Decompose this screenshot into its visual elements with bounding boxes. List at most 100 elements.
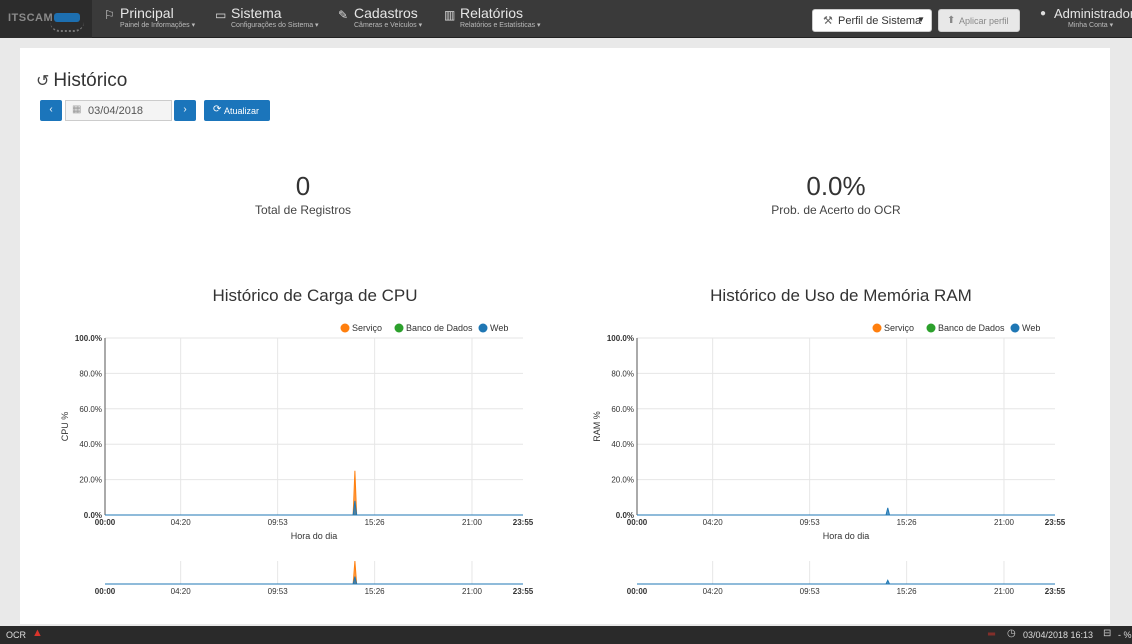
legend-label: Web [490,323,508,333]
x-tick-label: 09:53 [800,518,821,527]
chevron-left-icon: ‹ [49,104,53,115]
nav-principal[interactable]: ⚐ Principal Painel de Informações ▾ [104,5,204,35]
y-tick-label: 100.0% [75,334,102,343]
user-name: Administrador [1054,6,1132,21]
context-tick-label: 00:00 [95,587,116,596]
stat-ocr: 0.0% Prob. de Acerto do OCR [736,171,936,217]
nav-cadastros[interactable]: ✎ Cadastros Câmeras e Veículos ▾ [338,5,430,35]
legend-label: Banco de Dados [406,323,473,333]
caret-down-icon: ▼ [917,15,925,24]
x-tick-label: 15:26 [897,518,918,527]
monitor-icon: ▭ [215,8,227,22]
logo-arc [50,22,84,32]
nav-principal-sub: Painel de Informações ▾ [120,22,196,29]
context-tick-label: 21:00 [994,587,1015,596]
context-tick-label: 09:53 [268,587,289,596]
y-tick-label: 100.0% [607,334,634,343]
legend-marker [926,323,936,333]
stat-total-label: Total de Registros [254,203,352,217]
nav-relatorios-title: Relatórios [460,5,524,21]
refresh-button[interactable]: ⟳ Atualizar [204,100,270,121]
warning-icon[interactable]: ▲ [32,627,43,639]
y-tick-label: 20.0% [611,476,634,485]
status-disk: - % [1118,630,1132,640]
context-tick-label: 21:00 [462,587,483,596]
nav-principal-title: Principal [120,5,174,21]
series-area [105,500,523,516]
legend-label: Banco de Dados [938,323,1005,333]
prev-date-button[interactable]: ‹ [40,100,62,121]
brand-logo[interactable]: ITSCAM [0,0,92,38]
main-content: ↺ Histórico ‹ ▦ 03/04/2018 › ⟳ Atualizar … [20,48,1110,624]
nav-sistema-title: Sistema [231,5,282,21]
x-tick-label: 21:00 [994,518,1015,527]
context-tick-label: 09:53 [800,587,821,596]
series-area [105,470,523,516]
perfil-label: Perfil de Sistema [838,15,922,27]
legend-marker [478,323,488,333]
stat-ocr-label: Prob. de Acerto do OCR [771,203,901,217]
legend-marker [872,323,882,333]
y-tick-label: 40.0% [611,440,634,449]
context-series-area [105,576,523,585]
status-datetime: 03/04/2018 16:13 [1023,630,1094,640]
y-tick-label: 80.0% [611,369,634,378]
history-icon: ↺ [36,73,50,90]
x-tick-label: 23:55 [1045,518,1066,527]
context-tick-label: 23:55 [1045,587,1066,596]
perfil-select[interactable]: ⚒ Perfil de Sistema ▼ [812,9,932,32]
legend-label: Web [1022,323,1040,333]
cpu-chart-title: Histórico de Carga de CPU [212,286,418,305]
x-tick-label: 00:00 [95,518,116,527]
page-title: ↺ Histórico [36,70,127,92]
x-tick-label: 04:20 [703,518,724,527]
x-tick-label: 09:53 [268,518,289,527]
x-tick-label: 00:00 [627,518,648,527]
y-tick-label: 80.0% [79,369,102,378]
nav-sistema[interactable]: ▭ Sistema Configurações do Sistema ▾ [215,5,325,35]
context-tick-label: 00:00 [627,587,648,596]
ram-chart: Serviço Banco de Dados Web 0.0% 20.0% 40.0% 60… [587,316,1077,604]
nav-sistema-sub: Configurações do Sistema ▾ [231,22,319,29]
context-tick-label: 23:55 [513,587,534,596]
status-bar: OCR ▲ ═ ◷ 03/04/2018 16:13 ⊟ - % [0,626,1132,644]
flag-icon: ⚐ [104,8,115,22]
ram-chart-title: Histórico de Uso de Memória RAM [710,286,972,305]
logo-badge [54,13,80,22]
edit-icon: ✎ [338,8,349,22]
user-menu[interactable]: ● Administrador Minha Conta ▾ [1040,6,1132,34]
nav-cadastros-sub: Câmeras e Veículos ▾ [354,22,423,29]
y-axis-label: CPU % [60,412,70,442]
legend-marker [1010,323,1020,333]
next-date-button[interactable]: › [174,100,196,121]
context-series-area [637,579,1055,585]
wrench-icon: ⚒ [823,15,833,27]
logo-text: ITSCAM [8,12,54,24]
date-input[interactable]: ▦ 03/04/2018 [65,100,172,121]
arrow-up-icon: ⬆ [947,15,956,26]
bar-chart-icon: ▥ [444,8,456,22]
y-tick-label: 60.0% [79,405,102,414]
disk-icon: ⊟ [1103,628,1112,639]
x-tick-label: 04:20 [171,518,192,527]
chevron-right-icon: › [183,104,187,115]
legend-label: Serviço [884,323,914,333]
context-tick-label: 15:26 [897,587,918,596]
refresh-icon: ⟳ [213,104,222,115]
chart-svg: Serviço Banco de Dados Web0.0%20.0%40.0%60… [592,323,1066,596]
nav-relatorios-sub: Relatórios e Estatísticas ▾ [460,22,541,29]
nav-relatorios[interactable]: ▥ Relatórios Relatórios e Estatísticas ▾ [444,5,554,35]
x-tick-label: 21:00 [462,518,483,527]
stat-total-registros: 0 Total de Registros [203,171,403,217]
context-series-area [105,560,523,585]
legend-marker [394,323,404,333]
refresh-label: Atualizar [224,106,260,116]
page-title-text: Histórico [53,70,128,91]
user-icon: ● [1040,8,1047,19]
aplicar-perfil-button[interactable]: ⬆ Aplicar perfil [938,9,1020,32]
status-ocr-label: OCR [6,630,26,640]
x-tick-label: 15:26 [365,518,386,527]
cpu-chart: Serviço Banco de Dados Web 0.0% 20.0% 40.0% 60… [55,316,545,604]
x-tick-label: 23:55 [513,518,534,527]
clock-icon: ◷ [1007,628,1016,639]
